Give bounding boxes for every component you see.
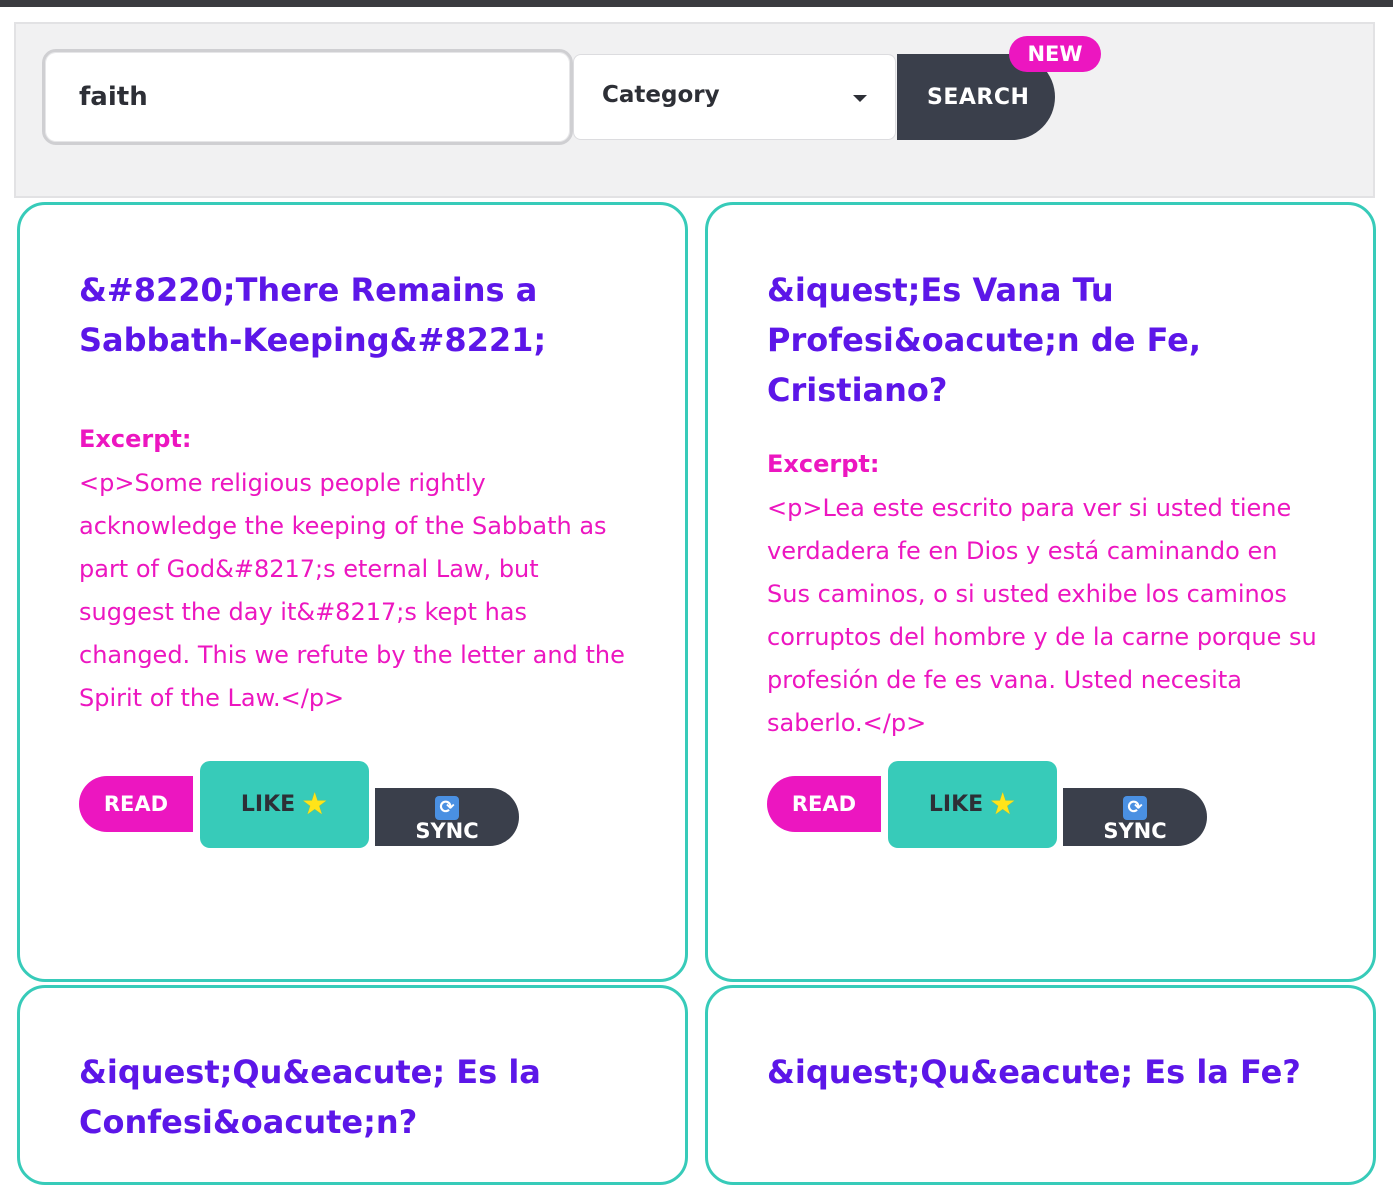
article-card: &iquest;Qu&eacute; Es la Confesi&oacute;…	[17, 985, 688, 1185]
read-button[interactable]: READ	[79, 776, 193, 832]
sync-label: SYNC	[1103, 818, 1167, 843]
excerpt-label: Excerpt:	[79, 425, 192, 453]
excerpt-text: <p>Lea este escrito para ver si usted ti…	[767, 494, 1317, 737]
category-select[interactable]: Category	[573, 54, 896, 140]
chevron-down-icon	[853, 95, 867, 102]
sync-icon: ⟳	[435, 795, 459, 820]
read-button[interactable]: READ	[767, 776, 881, 832]
sync-button[interactable]: ⟳ SYNC	[1063, 788, 1207, 846]
star-icon: ★	[301, 787, 329, 822]
excerpt-text: <p>Some religious people rightly acknowl…	[79, 469, 625, 712]
top-bar	[0, 0, 1393, 7]
like-button[interactable]: LIKE ★	[200, 761, 369, 848]
category-label: Category	[602, 82, 720, 108]
like-label: LIKE	[240, 792, 296, 817]
sync-icon: ⟳	[1123, 795, 1147, 820]
article-card: &iquest;Qu&eacute; Es la Fe?	[705, 985, 1376, 1185]
like-label: LIKE	[928, 792, 984, 817]
search-input[interactable]	[42, 49, 573, 145]
card-title[interactable]: &#8220;There Remains a Sabbath-Keeping&#…	[79, 265, 639, 365]
card-title[interactable]: &iquest;Qu&eacute; Es la Confesi&oacute;…	[79, 1047, 639, 1147]
card-title[interactable]: &iquest;Es Vana Tu Profesi&oacute;n de F…	[767, 265, 1327, 415]
card-title[interactable]: &iquest;Qu&eacute; Es la Fe?	[767, 1047, 1327, 1097]
excerpt-label: Excerpt:	[767, 450, 880, 478]
article-card: &#8220;There Remains a Sabbath-Keeping&#…	[17, 202, 688, 982]
sync-label: SYNC	[415, 818, 479, 843]
article-card: &iquest;Es Vana Tu Profesi&oacute;n de F…	[705, 202, 1376, 982]
star-icon: ★	[989, 787, 1017, 822]
sync-button[interactable]: ⟳ SYNC	[375, 788, 519, 846]
like-button[interactable]: LIKE ★	[888, 761, 1057, 848]
new-badge: NEW	[1009, 36, 1101, 72]
